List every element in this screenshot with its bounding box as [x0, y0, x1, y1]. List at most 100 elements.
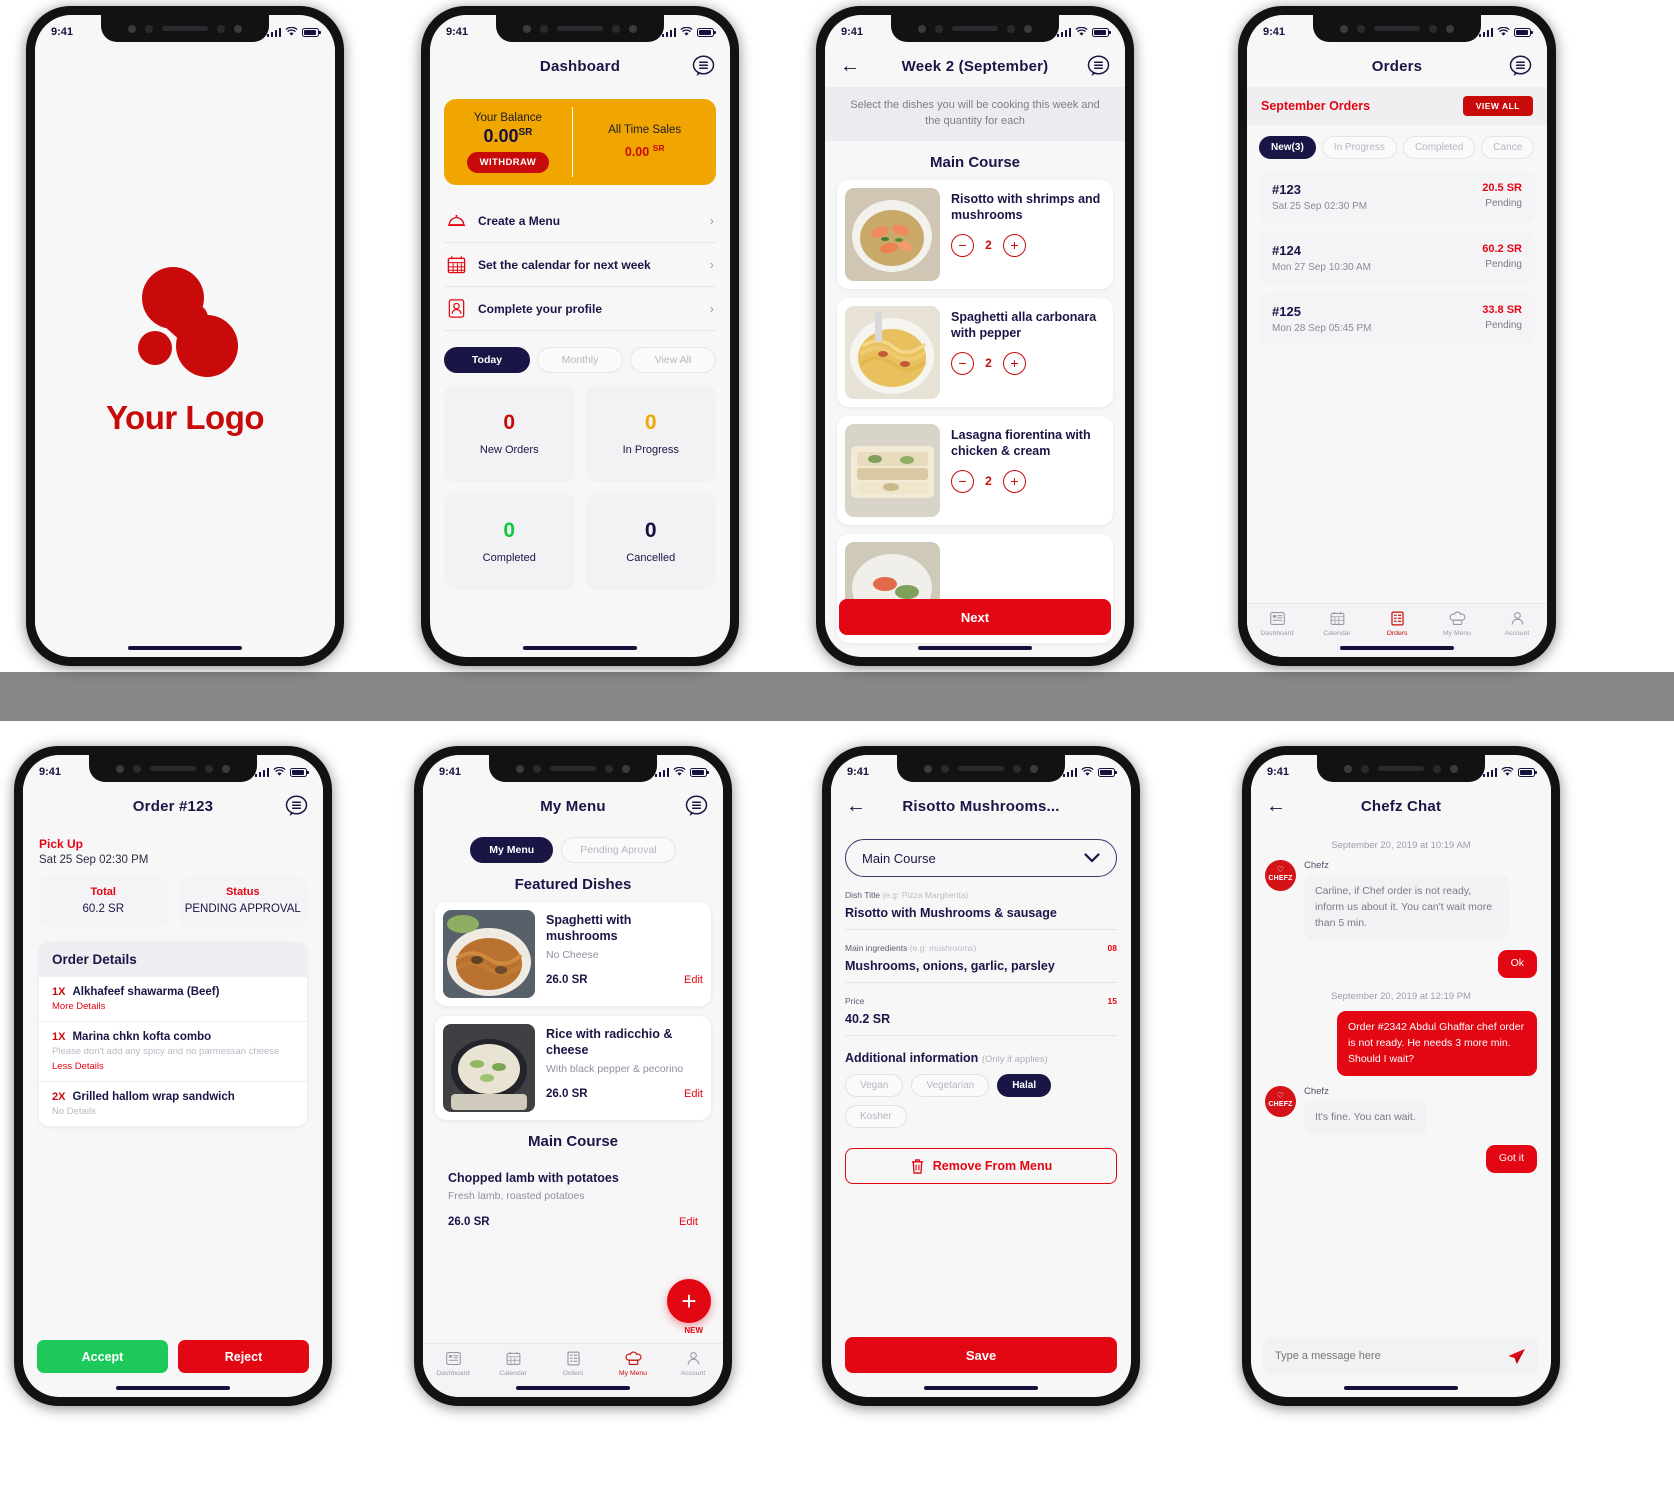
tag-vegan[interactable]: Vegan — [845, 1074, 904, 1097]
tab-my-menu[interactable]: My Menu — [1427, 610, 1487, 637]
accept-button[interactable]: Accept — [37, 1340, 168, 1373]
quantity-value: 2 — [985, 238, 992, 253]
orders-icon — [1390, 611, 1404, 626]
filter-new[interactable]: New(3) — [1259, 136, 1316, 159]
ingredients-field[interactable]: 08 Main ingredients (e.g: mushrooms) Mus… — [845, 943, 1117, 983]
order-row[interactable]: #124 Mon 27 Sep 10:30 AM 60.2 SR Pending — [1259, 232, 1535, 284]
order-date: Mon 27 Sep 10:30 AM — [1272, 262, 1371, 273]
notch — [1317, 755, 1485, 782]
filter-cancelled[interactable]: Cance — [1481, 136, 1535, 159]
ingredients-counter: 08 — [1107, 943, 1117, 953]
back-arrow-icon[interactable]: ← — [839, 55, 861, 77]
tab-account[interactable]: Account — [663, 1350, 723, 1377]
message-input[interactable] — [1275, 1350, 1498, 1362]
edit-link[interactable]: Edit — [684, 1088, 703, 1100]
back-arrow-icon[interactable]: ← — [845, 795, 867, 817]
decrement-button[interactable]: − — [951, 469, 974, 493]
tab-my-menu[interactable]: My Menu — [603, 1350, 663, 1377]
stat-new-orders[interactable]: 0 New Orders — [444, 385, 575, 482]
account-icon — [687, 1352, 699, 1365]
notch — [897, 755, 1065, 782]
chat-icon[interactable] — [1086, 54, 1111, 79]
chevron-down-icon — [1084, 853, 1100, 863]
dish-image — [845, 423, 940, 517]
tab-account[interactable]: Account — [1487, 610, 1547, 637]
chef-hat-icon: ♡ — [1276, 865, 1285, 874]
status-time: 9:41 — [1263, 26, 1286, 38]
chat-icon[interactable] — [1508, 54, 1533, 79]
notch — [101, 15, 269, 42]
send-icon[interactable] — [1506, 1346, 1527, 1367]
tab-calendar[interactable]: Calendar — [483, 1350, 543, 1377]
segment-my-menu[interactable]: My Menu — [470, 837, 554, 863]
order-row[interactable]: #123 Sat 25 Sep 02:30 PM 20.5 SR Pending — [1259, 171, 1535, 223]
save-button[interactable]: Save — [845, 1337, 1117, 1373]
app-bar: ← Week 2 (September) — [825, 45, 1125, 87]
tab-dashboard[interactable]: Dashboard — [1247, 610, 1307, 637]
stat-completed[interactable]: 0 Completed — [444, 493, 575, 590]
segment-monthly[interactable]: Monthly — [537, 347, 623, 373]
action-set-calendar[interactable]: Set the calendar for next week › — [444, 243, 716, 287]
filter-completed[interactable]: Completed — [1402, 136, 1476, 159]
message-composer — [1263, 1337, 1539, 1375]
edit-link[interactable]: Edit — [679, 1216, 698, 1228]
main-course-title: Main Course — [527, 1133, 618, 1150]
item-qty: 1X — [52, 1030, 66, 1043]
chat-message-incoming: ♡ CHEFZ Chefz Carline, if Chef order is … — [1251, 860, 1551, 941]
brand-logo-icon — [124, 265, 246, 385]
phone-dish-edit: 9:41 ← Risotto Mushrooms... Main Course … — [822, 746, 1140, 1406]
price-field[interactable]: 15 Price 40.2 SR — [845, 996, 1117, 1036]
dish-title-field[interactable]: Dish Title (e.g: Pizza Margherita) Risot… — [845, 890, 1117, 930]
order-item: 2X Grilled hallom wrap sandwich No Detai… — [39, 1082, 307, 1126]
decrement-button[interactable]: − — [951, 233, 974, 257]
increment-button[interactable]: + — [1003, 469, 1026, 493]
segment-view-all[interactable]: View All — [630, 347, 716, 373]
increment-button[interactable]: + — [1003, 233, 1026, 257]
remove-from-menu-button[interactable]: Remove From Menu — [845, 1148, 1117, 1184]
tag-halal[interactable]: Halal — [997, 1074, 1052, 1097]
item-more-details-link[interactable]: More Details — [52, 1001, 294, 1012]
status-time: 9:41 — [51, 26, 74, 38]
stat-cancelled[interactable]: 0 Cancelled — [585, 493, 716, 590]
chat-icon[interactable] — [684, 794, 709, 819]
chat-icon[interactable] — [691, 54, 716, 79]
message-bubble: It's fine. You can wait. — [1304, 1101, 1427, 1135]
status-value: PENDING APPROVAL — [184, 903, 301, 915]
chat-timestamp: September 20, 2019 at 12:19 PM — [1331, 991, 1471, 1002]
chevron-right-icon: › — [709, 301, 714, 316]
item-less-details-link[interactable]: Less Details — [52, 1061, 294, 1072]
segment-today[interactable]: Today — [444, 347, 530, 373]
action-complete-profile[interactable]: Complete your profile › — [444, 287, 716, 331]
stat-in-progress[interactable]: 0 In Progress — [585, 385, 716, 482]
tab-orders[interactable]: Orders — [543, 1350, 603, 1377]
category-select[interactable]: Main Course — [845, 839, 1117, 877]
reject-button[interactable]: Reject — [178, 1340, 309, 1373]
tab-calendar[interactable]: Calendar — [1307, 610, 1367, 637]
withdraw-button[interactable]: WITHDRAW — [466, 151, 550, 173]
tab-dashboard[interactable]: Dashboard — [423, 1350, 483, 1377]
item-qty: 1X — [52, 985, 66, 998]
order-row[interactable]: #125 Mon 28 Sep 05:45 PM 33.8 SR Pending — [1259, 293, 1535, 345]
edit-link[interactable]: Edit — [684, 974, 703, 986]
filter-in-progress[interactable]: In Progress — [1321, 136, 1397, 159]
chat-message-outgoing: Ok — [1251, 950, 1551, 978]
decrement-button[interactable]: − — [951, 351, 974, 375]
app-bar: My Menu — [423, 785, 723, 827]
tab-orders[interactable]: Orders — [1367, 610, 1427, 637]
tag-vegetarian[interactable]: Vegetarian — [911, 1074, 990, 1097]
calendar-icon — [1330, 611, 1344, 626]
view-all-button[interactable]: VIEW ALL — [1462, 96, 1533, 116]
status-time: 9:41 — [446, 26, 469, 38]
avatar-text: CHEFZ — [1268, 874, 1293, 882]
action-create-menu[interactable]: Create a Menu › — [444, 199, 716, 243]
wifi-icon — [1075, 27, 1088, 36]
next-button[interactable]: Next — [839, 599, 1111, 635]
increment-button[interactable]: + — [1003, 351, 1026, 375]
tag-kosher[interactable]: Kosher — [845, 1105, 907, 1128]
back-arrow-icon[interactable]: ← — [1265, 795, 1287, 817]
segment-pending-approval[interactable]: Pending Aproval — [561, 837, 676, 863]
chat-icon[interactable] — [284, 794, 309, 819]
add-dish-fab[interactable]: + — [667, 1279, 711, 1323]
total-value: 60.2 SR — [82, 903, 125, 915]
quantity-value: 2 — [985, 356, 992, 371]
